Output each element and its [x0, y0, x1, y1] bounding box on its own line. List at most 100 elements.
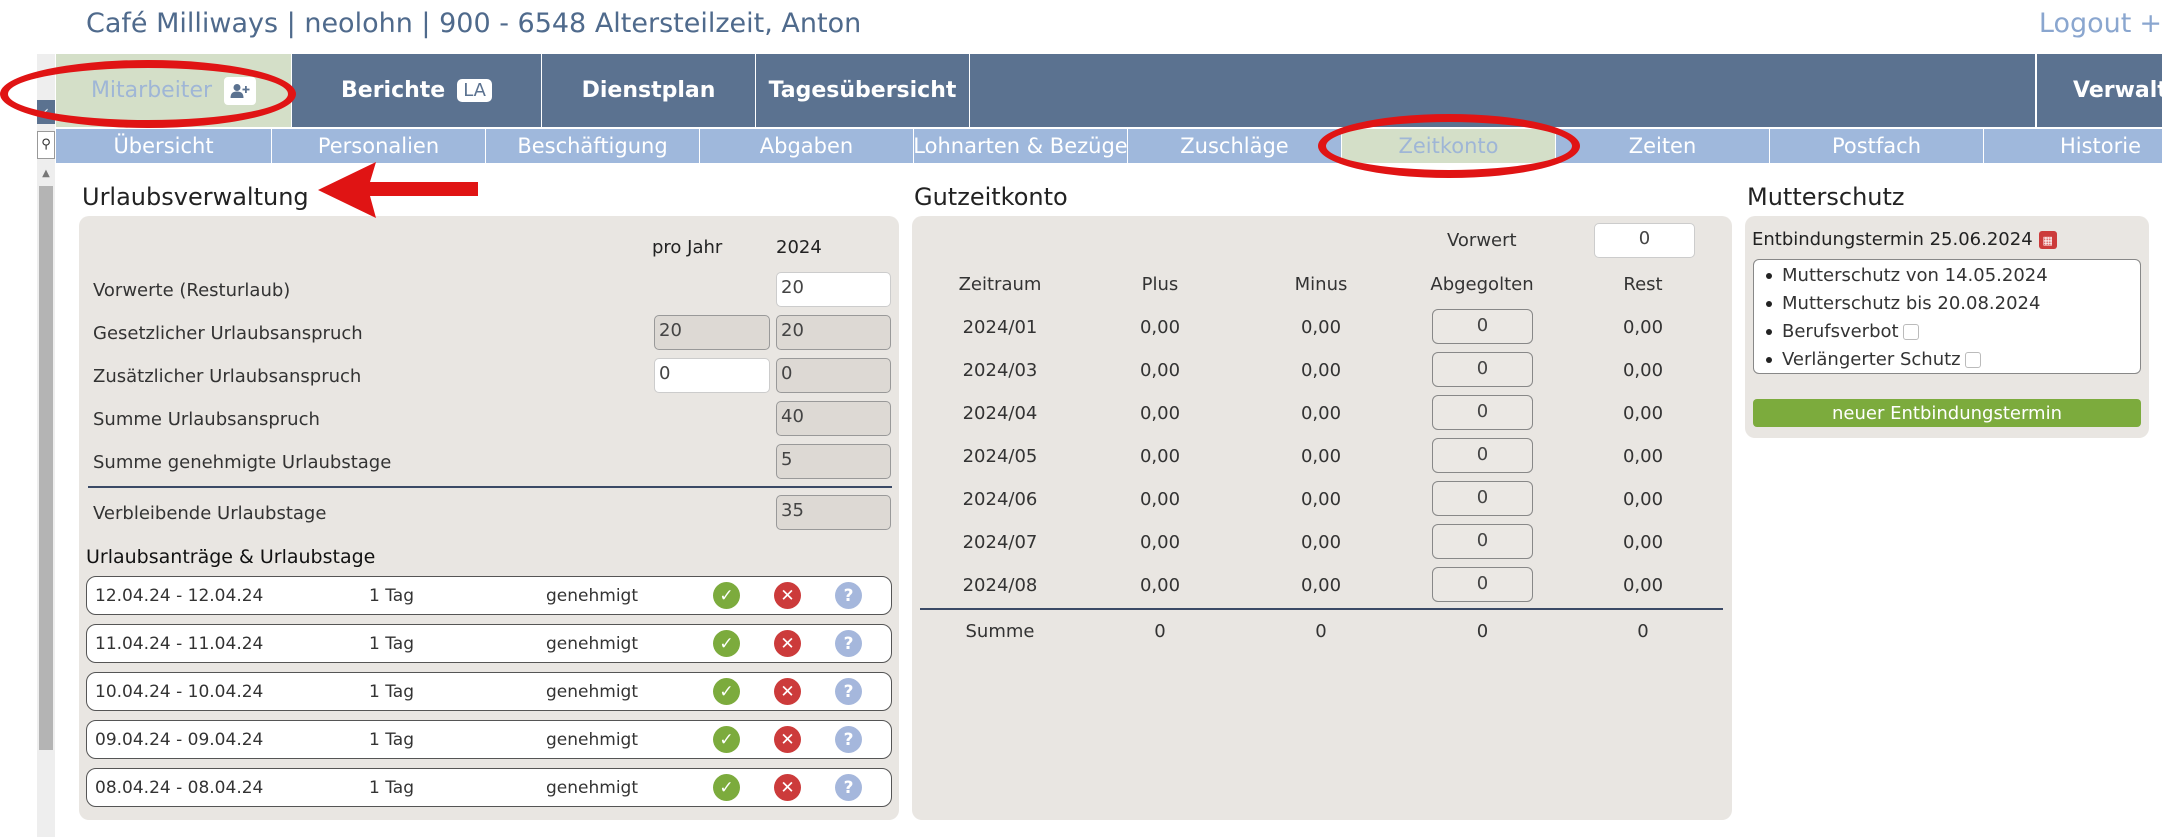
request-range: 11.04.24 - 11.04.24	[95, 634, 264, 654]
gz-abgegolten-input[interactable]: 0	[1432, 567, 1533, 602]
request-days: 1 Tag	[369, 778, 414, 798]
gz-abgegolten-input[interactable]: 0	[1432, 309, 1533, 344]
request-status: genehmigt	[546, 586, 638, 606]
reject-icon[interactable]: ✕	[774, 678, 801, 705]
question-icon[interactable]: ?	[835, 630, 862, 657]
vorwert-input[interactable]: 0	[1594, 223, 1695, 258]
calendar-icon[interactable]: ▦	[2038, 231, 2057, 249]
main-nav: Mitarbeiter Berichte LA Dienstplan Tages…	[56, 54, 2162, 127]
gesetzlich-pro-jahr: 20	[654, 315, 770, 350]
verbleibend-value: 35	[776, 495, 891, 530]
ms-item-text: Mutterschutz von 14.05.2024	[1782, 265, 2048, 286]
col-abgegolten: Abgegolten	[1430, 274, 1534, 295]
tab-label: Berichte	[341, 78, 446, 103]
sidebar-toggle-icon[interactable]: ‹	[37, 100, 55, 124]
logout-link[interactable]: Logout +	[2039, 8, 2162, 39]
summe-genehmigt-value: 5	[776, 444, 891, 479]
gz-period: 2024/04	[962, 403, 1038, 424]
gz-rest: 0,00	[1622, 446, 1664, 467]
subtab-zeitkonto[interactable]: Zeitkonto	[1342, 129, 1556, 163]
request-range: 09.04.24 - 09.04.24	[95, 730, 264, 750]
request-row[interactable]: 12.04.24 - 12.04.24 1 Tag genehmigt ✓ ✕ …	[86, 576, 892, 615]
tab-dienstplan[interactable]: Dienstplan	[542, 54, 756, 127]
col-year: 2024	[776, 237, 822, 258]
request-status: genehmigt	[546, 730, 638, 750]
bullet-icon	[1766, 301, 1772, 307]
approve-icon[interactable]: ✓	[713, 582, 740, 609]
gutzeit-panel	[912, 216, 1732, 820]
request-status: genehmigt	[546, 634, 638, 654]
page: { "header": { "title": "Café Milliways |…	[0, 0, 2162, 837]
question-icon[interactable]: ?	[835, 774, 862, 801]
new-entbindungstermin-button[interactable]: neuer Entbindungstermin	[1753, 399, 2141, 427]
tab-tagesuebersicht[interactable]: Tagesübersicht	[756, 54, 970, 127]
request-days: 1 Tag	[369, 634, 414, 654]
tab-mitarbeiter[interactable]: Mitarbeiter	[56, 54, 292, 127]
sub-nav: Übersicht Personalien Beschäftigung Abga…	[56, 129, 2162, 163]
subtab-historie[interactable]: Historie	[1984, 129, 2162, 163]
gz-abgegolten-input[interactable]: 0	[1432, 481, 1533, 516]
subtab-personalien[interactable]: Personalien	[272, 129, 486, 163]
gz-abgegolten-input[interactable]: 0	[1432, 352, 1533, 387]
search-icon[interactable]: ⚲	[37, 131, 55, 159]
entbindungstermin-label: Entbindungstermin 25.06.2024 ▦	[1752, 229, 2057, 250]
request-days: 1 Tag	[369, 730, 414, 750]
tab-label: Verwaltung	[2073, 78, 2162, 103]
reject-icon[interactable]: ✕	[774, 582, 801, 609]
tab-label: Tagesübersicht	[768, 78, 957, 103]
request-row[interactable]: 09.04.24 - 09.04.24 1 Tag genehmigt ✓ ✕ …	[86, 720, 892, 759]
gz-rest: 0,00	[1622, 360, 1664, 381]
subtab-beschaeftigung[interactable]: Beschäftigung	[486, 129, 700, 163]
ms-item-text: Mutterschutz bis 20.08.2024	[1782, 293, 2041, 314]
app-title: Café Milliways | neolohn | 900 - 6548 Al…	[86, 8, 862, 39]
question-icon[interactable]: ?	[835, 678, 862, 705]
gz-abgegolten-input[interactable]: 0	[1432, 524, 1533, 559]
subtab-zuschlaege[interactable]: Zuschläge	[1128, 129, 1342, 163]
logout-label[interactable]: Logout	[2039, 8, 2131, 39]
tab-verwaltung[interactable]: Verwaltung !	[2036, 54, 2162, 127]
mutterschutz-title: Mutterschutz	[1747, 183, 1905, 211]
tab-berichte[interactable]: Berichte LA	[292, 54, 542, 127]
subtab-abgaben[interactable]: Abgaben	[700, 129, 914, 163]
zusaetzlich-year: 0	[776, 358, 891, 393]
approve-icon[interactable]: ✓	[713, 630, 740, 657]
subtab-postfach[interactable]: Postfach	[1770, 129, 1984, 163]
scroll-up-arrow[interactable]: ▲	[38, 168, 54, 182]
berufsverbot-checkbox[interactable]	[1902, 324, 1919, 340]
subtab-lohnarten[interactable]: Lohnarten & Bezüge	[913, 129, 1128, 163]
gz-plus: 0,00	[1139, 532, 1181, 553]
la-badge: LA	[457, 79, 492, 102]
approve-icon[interactable]: ✓	[713, 774, 740, 801]
gz-sum-plus: 0	[1154, 621, 1166, 642]
subtab-zeiten[interactable]: Zeiten	[1556, 129, 1770, 163]
col-rest: Rest	[1623, 274, 1663, 295]
question-icon[interactable]: ?	[835, 726, 862, 753]
request-row[interactable]: 10.04.24 - 10.04.24 1 Tag genehmigt ✓ ✕ …	[86, 672, 892, 711]
reject-icon[interactable]: ✕	[774, 774, 801, 801]
subtab-uebersicht[interactable]: Übersicht	[56, 129, 272, 163]
reject-icon[interactable]: ✕	[774, 630, 801, 657]
gz-plus: 0,00	[1139, 317, 1181, 338]
ms-item-berufsverbot: Berufsverbot	[1766, 321, 1919, 342]
approve-icon[interactable]: ✓	[713, 726, 740, 753]
gz-plus: 0,00	[1139, 575, 1181, 596]
row-label-verbleibend: Verbleibende Urlaubstage	[93, 503, 327, 524]
gz-abgegolten-input[interactable]: 0	[1432, 395, 1533, 430]
approve-icon[interactable]: ✓	[713, 678, 740, 705]
scrollbar-thumb[interactable]	[39, 186, 53, 750]
row-label-zusaetzlich: Zusätzlicher Urlaubsanspruch	[93, 366, 362, 387]
verlaengert-checkbox[interactable]	[1964, 352, 1981, 368]
question-icon[interactable]: ?	[835, 582, 862, 609]
bullet-icon	[1766, 357, 1772, 363]
request-row[interactable]: 11.04.24 - 11.04.24 1 Tag genehmigt ✓ ✕ …	[86, 624, 892, 663]
gesetzlich-year: 20	[776, 315, 891, 350]
ms-item-verlaengert: Verlängerter Schutz	[1766, 349, 1981, 370]
gz-plus: 0,00	[1139, 360, 1181, 381]
gz-period: 2024/06	[962, 489, 1038, 510]
gz-abgegolten-input[interactable]: 0	[1432, 438, 1533, 473]
vorwert-label: Vorwert	[1447, 230, 1517, 251]
vorwerte-input[interactable]: 20	[776, 272, 891, 307]
zusaetzlich-pro-jahr-input[interactable]: 0	[654, 358, 770, 393]
reject-icon[interactable]: ✕	[774, 726, 801, 753]
request-row[interactable]: 08.04.24 - 08.04.24 1 Tag genehmigt ✓ ✕ …	[86, 768, 892, 807]
